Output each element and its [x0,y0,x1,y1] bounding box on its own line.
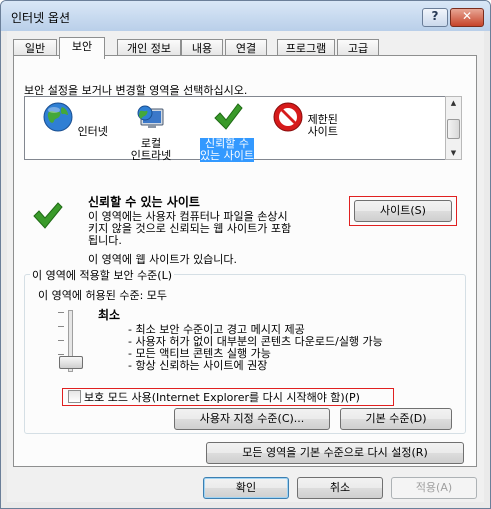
protected-mode-label[interactable]: 보호 모드 사용(Internet Explorer를 다시 시작해야 함)(P… [84,389,360,405]
zone-list[interactable]: 인터넷 로컬 인트라넷 신뢰할 수 있는 사이트 제한된 사이트 [24,96,446,163]
zone-trusted-label: 신뢰할 수 있는 사이트 [198,137,256,163]
globe-icon [43,102,73,132]
window-title: 인터넷 옵션 [11,11,71,25]
help-button[interactable]: ? [422,8,448,27]
allowed-levels: 이 영역에 허용된 수준: 모두 [38,289,168,302]
checkmark-icon [214,103,243,130]
scroll-up-icon[interactable]: ▲ [446,97,461,109]
tab-security[interactable]: 보안 [59,37,105,59]
trusted-zone-check-icon [33,202,63,229]
zone-internet-label: 인터넷 [77,125,108,138]
security-slider-thumb[interactable] [59,356,83,369]
sites-note: 이 영역에 웹 사이트가 있습니다. [88,253,238,266]
scroll-thumb[interactable] [447,119,460,139]
slider-tick [58,354,64,355]
zone-local-intranet[interactable]: 로컬 인트라넷 [115,101,187,162]
zone-restricted-label: 제한된 사이트 [307,113,338,138]
security-level-title: 이 영역에 적용할 보안 수준(L) [30,267,175,283]
default-level-button[interactable]: 기본 수준(D) [340,408,452,430]
reset-all-zones-button[interactable]: 모든 영역을 기본 수준으로 다시 설정(R) [206,442,464,464]
scroll-down-icon[interactable]: ▼ [446,147,461,159]
slider-tick [58,312,64,313]
zone-internet[interactable]: 인터넷 [39,101,111,138]
slider-tick [58,326,64,327]
zone-list-scrollbar[interactable]: ▲ ▼ [445,96,462,160]
zone-intranet-label: 로컬 인트라넷 [130,137,172,162]
zone-restricted-sites[interactable]: 제한된 사이트 [269,101,341,138]
security-tab-panel: 보안 설정을 보거나 변경할 영역을 선택하십시오. 인터넷 로컬 인트라넷 신… [13,55,477,467]
dialog-body: 일반 보안 개인 정보 내용 연결 프로그램 고급 보안 설정을 보거나 변경할… [7,31,484,502]
protected-mode-checkbox[interactable] [68,390,81,403]
custom-level-button[interactable]: 사용자 지정 수준(C)... [174,408,330,430]
close-button[interactable]: ✕ [450,8,484,27]
internet-options-dialog: 인터넷 옵션 ? ✕ 일반 보안 개인 정보 내용 연결 프로그램 고급 보안 … [0,0,491,509]
sites-button[interactable]: 사이트(S) [354,200,452,222]
title-bar[interactable]: 인터넷 옵션 ? ✕ [1,1,490,31]
zone-title: 신뢰할 수 있는 사이트 [88,195,200,209]
intranet-icon [137,105,164,128]
ok-button[interactable]: 확인 [203,477,289,499]
level-description: - 최소 보안 수준이고 경고 메시지 제공 - 사용자 허가 없이 대부분의 … [128,323,383,372]
restricted-icon [273,102,303,132]
cancel-button[interactable]: 취소 [297,477,383,499]
slider-tick [58,340,64,341]
zone-description: 이 영역에는 사용자 컴퓨터나 파일을 손상시 키지 않을 것으로 신뢰되는 웹 … [88,210,292,247]
level-name: 최소 [98,308,121,322]
zone-trusted-sites[interactable]: 신뢰할 수 있는 사이트 [191,101,263,163]
apply-button[interactable]: 적용(A) [391,477,477,499]
